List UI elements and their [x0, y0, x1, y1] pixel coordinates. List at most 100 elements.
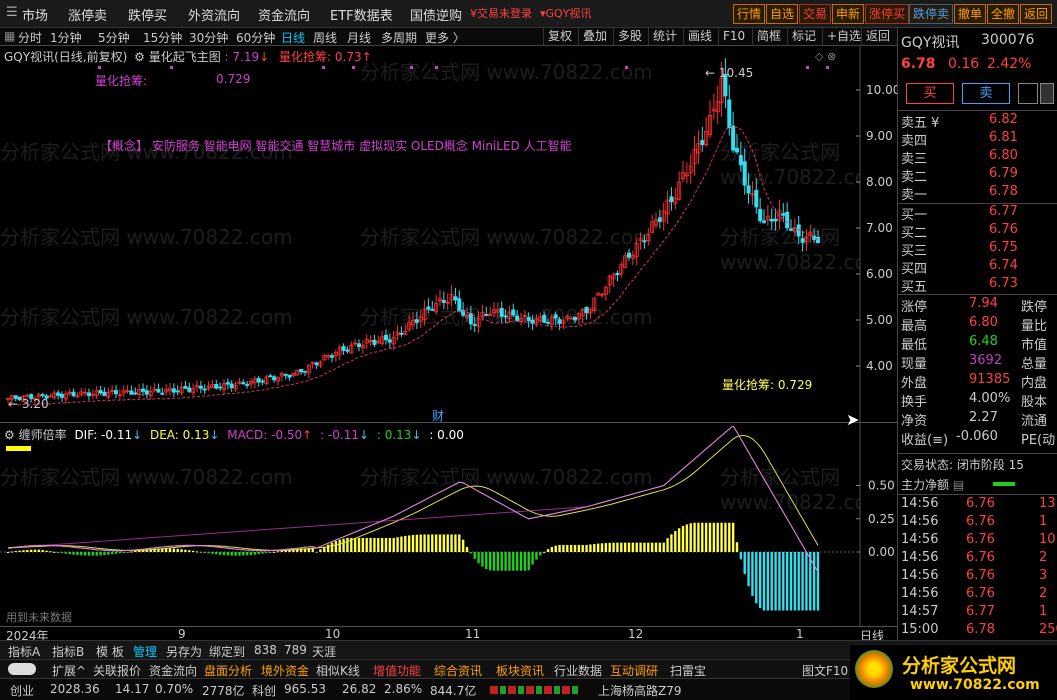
f10-button[interactable]: F10: [718, 28, 749, 46]
candlestick-chart[interactable]: 10.00 9.00 8.00 7.00 6.00 5.00 4.00 ← 10.45 ← 3.…: [0, 46, 897, 426]
ask-row[interactable]: 卖四 6.81: [901, 130, 1056, 149]
tab-838[interactable]: 838: [254, 643, 277, 657]
stat-row[interactable]: 现量 3692 总量: [901, 353, 1056, 372]
menu-capital-flow[interactable]: 资金流向: [258, 5, 310, 24]
grid-icon[interactable]: ▦: [4, 29, 15, 43]
tick-list[interactable]: 14:56 6.76 13 14:56 6.76 1 14:56 6.76 10 14:56 6.7…: [898, 496, 1057, 646]
menu-etf[interactable]: ETF数据表: [330, 5, 393, 24]
overlay-button[interactable]: 叠加: [578, 28, 611, 46]
stats-button[interactable]: 统计: [648, 28, 681, 46]
menu-limit-up[interactable]: 涨停卖: [68, 5, 107, 24]
simple-frame-button[interactable]: 简框: [752, 28, 785, 46]
tab-789[interactable]: 789: [284, 643, 307, 657]
period-60m[interactable]: 60分钟: [236, 29, 275, 46]
trade-login-link[interactable]: ¥交易未登录: [470, 5, 532, 21]
stat-row[interactable]: 最低 6.48 市值: [901, 334, 1056, 353]
toggle-switch[interactable]: [8, 663, 36, 675]
period-daily[interactable]: 日线: [281, 29, 305, 46]
tick-row[interactable]: 14:56 6.76 3: [901, 568, 1056, 586]
tick-row[interactable]: 15:00 6.78 250: [901, 622, 1057, 640]
bid-row[interactable]: 买一 6.77: [901, 204, 1056, 223]
ask-row[interactable]: 卖三 6.80: [901, 148, 1056, 167]
chart-area[interactable]: 分析家公式网 www.70822.com 分析家公式网 www.70822.co…: [0, 46, 897, 626]
tick-row[interactable]: 14:56 6.76 2: [901, 586, 1056, 604]
back-top-button[interactable]: 返回: [1020, 4, 1053, 24]
tab-minesweeper[interactable]: 扫雷宝: [670, 662, 706, 679]
menu-icon[interactable]: ☰: [6, 5, 18, 20]
tab-bind[interactable]: 绑定到: [209, 643, 245, 660]
sell-button[interactable]: 卖: [962, 83, 1010, 104]
tab-indicator-b[interactable]: 指标B: [52, 643, 84, 660]
macd-chart[interactable]: 0.50 0.25 0.00: [0, 426, 897, 626]
stock-link[interactable]: ▾GQY视讯: [540, 5, 591, 21]
menu-market[interactable]: 市场: [22, 5, 48, 24]
cancel-order-button[interactable]: 撤单: [954, 4, 987, 24]
tab-market-analysis[interactable]: 盘面分析: [204, 662, 252, 679]
bid-row[interactable]: 买四 6.74: [901, 258, 1056, 277]
panel-menu-icon[interactable]: [1040, 83, 1054, 104]
tick-row[interactable]: 14:56 6.76 10: [901, 532, 1056, 550]
bid-row[interactable]: 买五 6.73: [901, 276, 1056, 295]
ask-row[interactable]: 卖五 ¥ 6.82: [901, 112, 1056, 131]
panel-toggle-icon[interactable]: [1018, 83, 1038, 104]
tab-similar-k[interactable]: 相似K线: [316, 662, 360, 679]
stat-row[interactable]: 外盘 91385 内盘: [901, 372, 1056, 391]
period-monthly[interactable]: 月线: [347, 29, 371, 46]
tab-sector-news[interactable]: 板块资讯: [496, 662, 544, 679]
pane-divider[interactable]: [0, 422, 897, 423]
stat-row[interactable]: 涨停 7.94 跌停: [901, 296, 1056, 315]
stat-row[interactable]: 最高 6.80 量比: [901, 315, 1056, 334]
tab-indicator-a[interactable]: 指标A: [8, 643, 40, 660]
period-more[interactable]: 更多 〉: [425, 29, 465, 46]
tab-foreign-capital[interactable]: 境外资金: [261, 662, 309, 679]
tick-row[interactable]: 14:56 6.76 2: [901, 550, 1056, 568]
tab-template[interactable]: 模 板: [96, 643, 124, 660]
stat-row[interactable]: 净资 2.27 流通: [901, 410, 1056, 429]
stat-row[interactable]: 换手 4.00% 股本: [901, 391, 1056, 410]
tab-news[interactable]: 综合资讯: [434, 662, 482, 679]
tab-capital-flow[interactable]: 资金流向: [149, 662, 197, 679]
tab-industry-data[interactable]: 行业数据: [554, 662, 602, 679]
menu-foreign-flow[interactable]: 外资流向: [188, 5, 240, 24]
adjust-button[interactable]: 复权: [543, 28, 576, 46]
tab-value-added[interactable]: 增值功能: [373, 662, 421, 679]
trade-button[interactable]: 交易: [799, 4, 832, 24]
tab-tianya[interactable]: 天涯: [312, 643, 336, 660]
multi-stock-button[interactable]: 多股: [613, 28, 646, 46]
stat-row[interactable]: 收益(≡) -0.060 PE(动: [901, 429, 1056, 448]
limitdown-sell-button[interactable]: 跌停卖: [909, 4, 954, 24]
tab-survey[interactable]: 互动调研: [610, 662, 658, 679]
ask-row[interactable]: 卖二 6.79: [901, 166, 1056, 185]
bid-row[interactable]: 买三 6.75: [901, 240, 1056, 259]
tab-save-as[interactable]: 另存为: [166, 643, 202, 660]
limitup-buy-button[interactable]: 涨停买: [865, 4, 910, 24]
server-route[interactable]: 上海杨高路Z79: [598, 682, 682, 699]
period-1m[interactable]: 1分钟: [50, 29, 82, 46]
add-watch-button[interactable]: +自选: [822, 28, 865, 46]
tab-manage[interactable]: 管理: [133, 643, 157, 660]
watchlist-button[interactable]: 自选: [766, 4, 799, 24]
period-15m[interactable]: 15分钟: [143, 29, 182, 46]
ask-row[interactable]: 卖一 6.78: [901, 184, 1056, 203]
cancel-all-button[interactable]: 全撤: [987, 4, 1020, 24]
tick-row[interactable]: 14:57 6.77 1: [901, 604, 1056, 622]
bid-row[interactable]: 买二 6.76: [901, 222, 1056, 241]
tick-row[interactable]: 14:56 6.76 1: [901, 514, 1056, 532]
period-5m[interactable]: 5分钟: [98, 29, 130, 46]
back-button[interactable]: 返回: [861, 28, 894, 46]
tab-expand[interactable]: 扩展^: [52, 662, 86, 679]
tab-related-quote[interactable]: 关联报价: [93, 662, 141, 679]
ipo-button[interactable]: 申新: [832, 4, 865, 24]
draw-button[interactable]: 画线: [683, 28, 716, 46]
buy-button[interactable]: 买: [906, 83, 954, 104]
tick-row[interactable]: 14:56 6.76 13: [901, 496, 1056, 514]
quote-button[interactable]: 行情: [733, 4, 766, 24]
menu-repo[interactable]: 国债逆购: [410, 5, 462, 24]
period-multi[interactable]: 多周期: [381, 29, 417, 46]
mark-button[interactable]: 标记: [787, 28, 820, 46]
tab-f10-text[interactable]: 图文F10: [802, 662, 848, 679]
period-30m[interactable]: 30分钟: [189, 29, 228, 46]
period-timeshare[interactable]: 分时: [18, 29, 42, 46]
period-weekly[interactable]: 周线: [313, 29, 337, 46]
menu-limit-down[interactable]: 跌停买: [128, 5, 167, 24]
